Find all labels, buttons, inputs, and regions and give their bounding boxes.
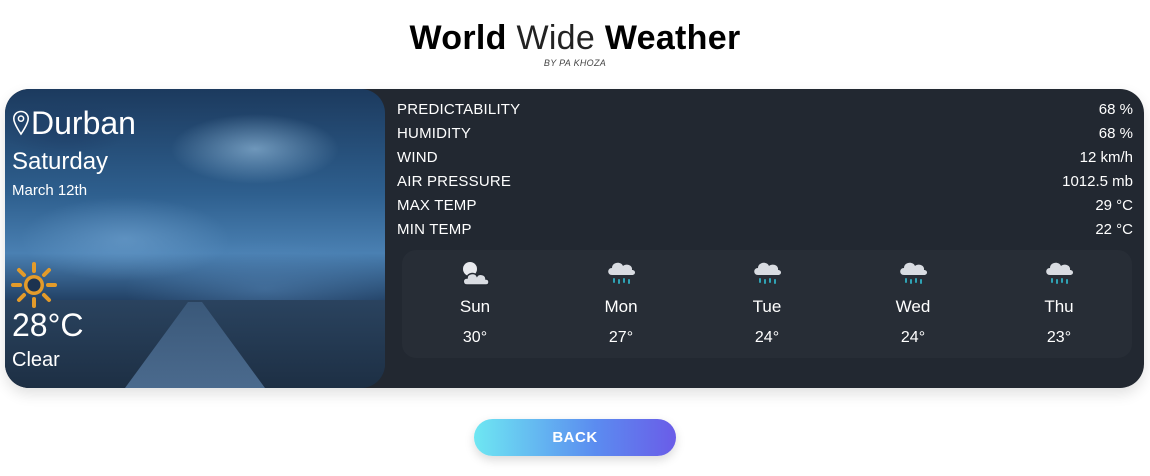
forecast-day-sun: Sun 30° xyxy=(402,250,548,358)
forecast-day-label: Tue xyxy=(752,297,782,316)
detail-label: HUMIDITY xyxy=(397,125,472,142)
detail-row: MAX TEMP 29 °C xyxy=(397,194,1133,218)
detail-label: MAX TEMP xyxy=(397,197,477,214)
weather-card: Durban Saturday March 12th 28°C Clear PR… xyxy=(5,89,1144,388)
forecast-day-temp: 23° xyxy=(1046,329,1072,346)
forecast-day-temp: 30° xyxy=(462,329,488,346)
city-photo: Durban Saturday March 12th 28°C Clear xyxy=(5,89,385,388)
forecast-day-tue: Tue 24° xyxy=(694,250,840,358)
map-pin-icon xyxy=(12,110,30,136)
detail-row: WIND 12 km/h xyxy=(397,146,1133,170)
current-day: Saturday xyxy=(12,148,109,175)
detail-row: PREDICTABILITY 68 % xyxy=(397,98,1133,122)
sun-icon xyxy=(11,262,57,308)
detail-value: 68 % xyxy=(1098,125,1133,142)
byline: BY PA KHOZA xyxy=(543,58,607,68)
detail-value: 1012.5 mb xyxy=(1062,173,1133,190)
app-header: World Wide Weather BY PA KHOZA xyxy=(0,18,1150,68)
forecast-day-temp: 27° xyxy=(608,329,634,346)
title-world: World xyxy=(409,19,507,57)
detail-value: 68 % xyxy=(1098,101,1133,118)
detail-value: 12 km/h xyxy=(1079,149,1133,166)
forecast-day-thu: Thu 23° xyxy=(986,250,1132,358)
detail-value: 22 °C xyxy=(1095,221,1133,238)
app-title: World Wide Weather xyxy=(0,18,1150,58)
detail-label: WIND xyxy=(397,149,438,166)
current-temperature: 28°C xyxy=(12,307,84,343)
detail-row: MIN TEMP 22 °C xyxy=(397,218,1133,242)
forecast-day-wed: Wed 24° xyxy=(840,250,986,358)
forecast-strip: Sun 30° Mon 27° Tue 24° Wed 24° Thu 23° xyxy=(402,250,1132,358)
detail-label: MIN TEMP xyxy=(397,221,472,238)
rain-cloud-icon xyxy=(900,262,927,284)
title-weather: Weather xyxy=(604,19,741,57)
forecast-day-temp: 24° xyxy=(900,329,926,346)
city-name: Durban xyxy=(31,105,136,141)
detail-value: 29 °C xyxy=(1095,197,1133,214)
detail-label: AIR PRESSURE xyxy=(397,173,512,190)
rain-cloud-icon xyxy=(1046,262,1073,284)
detail-row: HUMIDITY 68 % xyxy=(397,122,1133,146)
forecast-day-label: Mon xyxy=(604,297,638,316)
forecast-day-mon: Mon 27° xyxy=(548,250,694,358)
rain-cloud-icon xyxy=(608,262,635,284)
detail-label: PREDICTABILITY xyxy=(397,101,521,118)
current-date: March 12th xyxy=(12,182,88,199)
rain-cloud-icon xyxy=(754,262,781,284)
forecast-day-label: Wed xyxy=(895,297,931,316)
partly-cloudy-icon xyxy=(462,262,490,286)
detail-row: AIR PRESSURE 1012.5 mb xyxy=(397,170,1133,194)
forecast-day-label: Sun xyxy=(459,297,491,316)
forecast-day-temp: 24° xyxy=(754,329,780,346)
details-list: PREDICTABILITY 68 % HUMIDITY 68 % WIND 1… xyxy=(397,98,1133,242)
back-button[interactable]: BACK xyxy=(474,419,676,456)
forecast-day-label: Thu xyxy=(1044,297,1074,316)
current-condition: Clear xyxy=(12,349,60,371)
title-wide: Wide xyxy=(516,19,596,57)
